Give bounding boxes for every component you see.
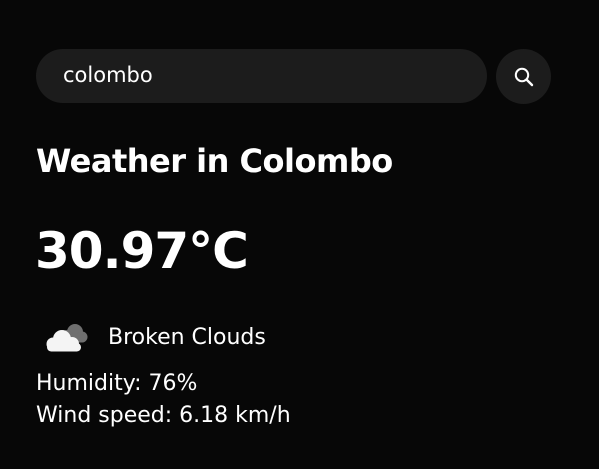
search-icon <box>514 67 533 86</box>
condition-label: Broken Clouds <box>108 324 266 350</box>
broken-clouds-icon <box>46 324 88 352</box>
search-bar <box>36 49 552 104</box>
wind-speed-label: Wind speed: 6.18 km/h <box>36 403 291 428</box>
temperature-value: 30.97°C <box>35 222 249 280</box>
search-button[interactable] <box>496 49 551 104</box>
search-input[interactable] <box>36 49 487 103</box>
weather-card: Weather in Colombo 30.97°C Broken Clouds… <box>0 0 599 469</box>
humidity-label: Humidity: 76% <box>36 371 198 396</box>
weather-condition: Broken Clouds <box>40 318 266 356</box>
city-title: Weather in Colombo <box>36 142 393 180</box>
